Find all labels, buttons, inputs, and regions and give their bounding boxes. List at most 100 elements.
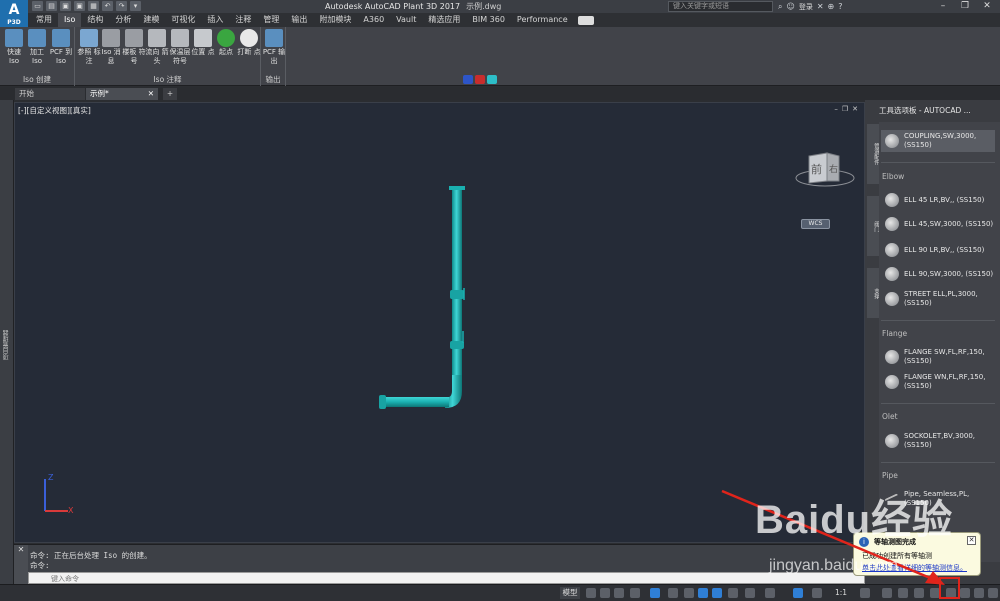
palette-item-flange-sw[interactable]: FLANGE SW,FL,RF,150, (SS150) (881, 346, 995, 368)
tab-annotate[interactable]: 注释 (229, 13, 257, 27)
viewport-label[interactable]: [-][自定义视图][真实] (18, 105, 91, 116)
pcf-to-iso-button[interactable]: PCF 到 Iso (49, 29, 73, 66)
break-point-button[interactable]: 打断 点 (237, 29, 261, 57)
horizontal-pipe[interactable] (383, 397, 449, 407)
command-input[interactable]: 键入命令 (28, 572, 865, 584)
tab-home[interactable]: 常用 (30, 13, 58, 27)
viewcube[interactable]: 前 右 (795, 148, 855, 188)
application-menu-button[interactable]: A P3D (0, 0, 28, 27)
view-red-icon[interactable] (475, 75, 485, 84)
otrack-icon[interactable] (668, 588, 678, 598)
osnap-icon[interactable] (684, 588, 694, 598)
dynamic-ucs-icon[interactable] (712, 588, 722, 598)
dropdown-icon[interactable]: ▾ (130, 1, 141, 11)
tab-manage[interactable]: 管理 (257, 13, 285, 27)
location-point-button[interactable]: 位置 点 (191, 29, 215, 57)
new-file-icon[interactable]: ▭ (32, 1, 43, 11)
selection-cycling-icon[interactable] (765, 588, 775, 598)
tab-modeling[interactable]: 建模 (137, 13, 165, 27)
production-iso-button[interactable]: 加工 Iso (25, 29, 49, 66)
annotation-monitor-icon[interactable] (882, 588, 892, 598)
reference-dim-button[interactable]: 参照 标注 (77, 29, 101, 66)
transparency-icon[interactable] (745, 588, 755, 598)
annotation-visibility-icon[interactable] (793, 588, 803, 598)
notification-details-link[interactable]: 单击此处查看详细的等轴测信息。 (862, 563, 967, 573)
palette-tab-valves[interactable]: 阀门 (867, 196, 879, 256)
quick-iso-button[interactable]: 快速 Iso (2, 29, 26, 66)
osnap3d-icon[interactable] (698, 588, 708, 598)
undo-icon[interactable]: ↶ (102, 1, 113, 11)
tab-addins[interactable]: 附加模块 (313, 13, 357, 27)
auto-scale-icon[interactable] (812, 588, 822, 598)
isolate-objects-icon[interactable] (946, 588, 956, 598)
annotation-scale[interactable]: 1:1 (835, 587, 847, 599)
palette-tab-supports[interactable]: 支撑 (867, 268, 879, 318)
minimize-icon[interactable]: – (932, 0, 954, 12)
tab-featured-apps[interactable]: 精选应用 (422, 13, 466, 27)
wcs-menu[interactable]: WCS (801, 219, 830, 229)
tab-example-dwg[interactable]: 示例* ✕ (86, 88, 158, 100)
palette-item-ell90lr[interactable]: ELL 90 LR,BV,, (SS150) (881, 239, 995, 261)
project-manager-strip[interactable]: 项目管理器 (0, 100, 14, 584)
tab-insert[interactable]: 插入 (201, 13, 229, 27)
vertical-pipe[interactable] (452, 188, 462, 378)
open-file-icon[interactable]: ▤ (46, 1, 57, 11)
search-icon[interactable]: ⌕ (778, 2, 782, 12)
close-viewport-icon[interactable]: ✕ (852, 105, 858, 113)
palette-item-pipe[interactable]: Pipe, Seamless,PL, (SS150) (881, 488, 995, 510)
view-cyan-icon[interactable] (487, 75, 497, 84)
hardware-acceleration-icon[interactable] (960, 588, 970, 598)
palette-item-coupling[interactable]: COUPLING,SW,3000, (SS150) (881, 130, 995, 152)
workspace-gear-icon[interactable] (860, 588, 870, 598)
search-input[interactable]: 键入关键字或短语 (668, 1, 773, 12)
close-icon[interactable]: ✕ (976, 0, 998, 12)
tab-performance[interactable]: Performance (511, 13, 574, 27)
customization-menu-icon[interactable] (988, 588, 998, 598)
flow-arrow-button[interactable]: 流向 箭头 (145, 29, 169, 66)
close-tab-icon[interactable]: ✕ (148, 88, 154, 100)
redo-icon[interactable]: ↷ (116, 1, 127, 11)
units-icon[interactable] (898, 588, 908, 598)
a360-icon[interactable]: ⊕ (828, 2, 835, 11)
palette-item-sockolet[interactable]: SOCKOLET,BV,3000, (SS150) (881, 430, 995, 452)
save-as-icon[interactable]: ▣ (74, 1, 85, 11)
pcf-output-button[interactable]: PCF 输出 (262, 29, 286, 66)
help-icon[interactable]: ? (838, 2, 842, 11)
palette-item-street-ell[interactable]: STREET ELL,PL,3000, (SS150) (881, 288, 995, 310)
notification-close-icon[interactable]: ✕ (967, 536, 976, 545)
start-point-button[interactable]: 起点 (214, 29, 238, 57)
tab-analysis[interactable]: 分析 (109, 13, 137, 27)
save-icon[interactable]: ▣ (60, 1, 71, 11)
new-tab-button[interactable]: + (163, 88, 177, 100)
tab-start[interactable]: 开始 (15, 88, 85, 100)
ribbon-toggle-button[interactable] (577, 15, 594, 25)
insulation-symbol-button[interactable]: 保温层 符号 (168, 29, 192, 66)
polar-icon[interactable] (630, 588, 640, 598)
tab-visualize[interactable]: 可视化 (165, 13, 201, 27)
restore-viewport-icon[interactable]: ❐ (842, 105, 848, 113)
restore-icon[interactable]: ❐ (954, 0, 976, 12)
drawing-viewport[interactable]: [-][自定义视图][真实] – ❐ ✕ 前 右 WCS Z X (14, 102, 865, 543)
grid-icon[interactable] (586, 588, 596, 598)
clean-screen-icon[interactable] (974, 588, 984, 598)
pipe-model[interactable] (15, 103, 865, 543)
floor-symbol-button[interactable]: 楼板 符号 (122, 29, 146, 66)
snap-icon[interactable] (600, 588, 610, 598)
print-icon[interactable]: ▦ (88, 1, 99, 11)
view-blue-icon[interactable] (463, 75, 473, 84)
tab-vault[interactable]: Vault (390, 13, 422, 27)
exchange-icon[interactable]: ✕ (817, 2, 824, 11)
quick-properties-icon[interactable] (914, 588, 924, 598)
tab-iso[interactable]: Iso (58, 13, 82, 27)
end-flange[interactable] (379, 395, 386, 409)
palette-tab-fittings[interactable]: 管道配件 (867, 124, 879, 184)
user-icon[interactable]: ☺ (786, 2, 794, 11)
command-line-handle[interactable]: ✕ (14, 545, 28, 585)
coupling-lower[interactable] (450, 341, 464, 349)
model-space-button[interactable]: 模型 (560, 587, 580, 599)
isodraft-icon[interactable] (650, 588, 660, 598)
tab-output[interactable]: 输出 (285, 13, 313, 27)
coupling-upper[interactable] (450, 290, 464, 299)
palette-item-flange-wn[interactable]: FLANGE WN,FL,RF,150, (SS150) (881, 371, 995, 393)
tab-bim360[interactable]: BIM 360 (466, 13, 511, 27)
